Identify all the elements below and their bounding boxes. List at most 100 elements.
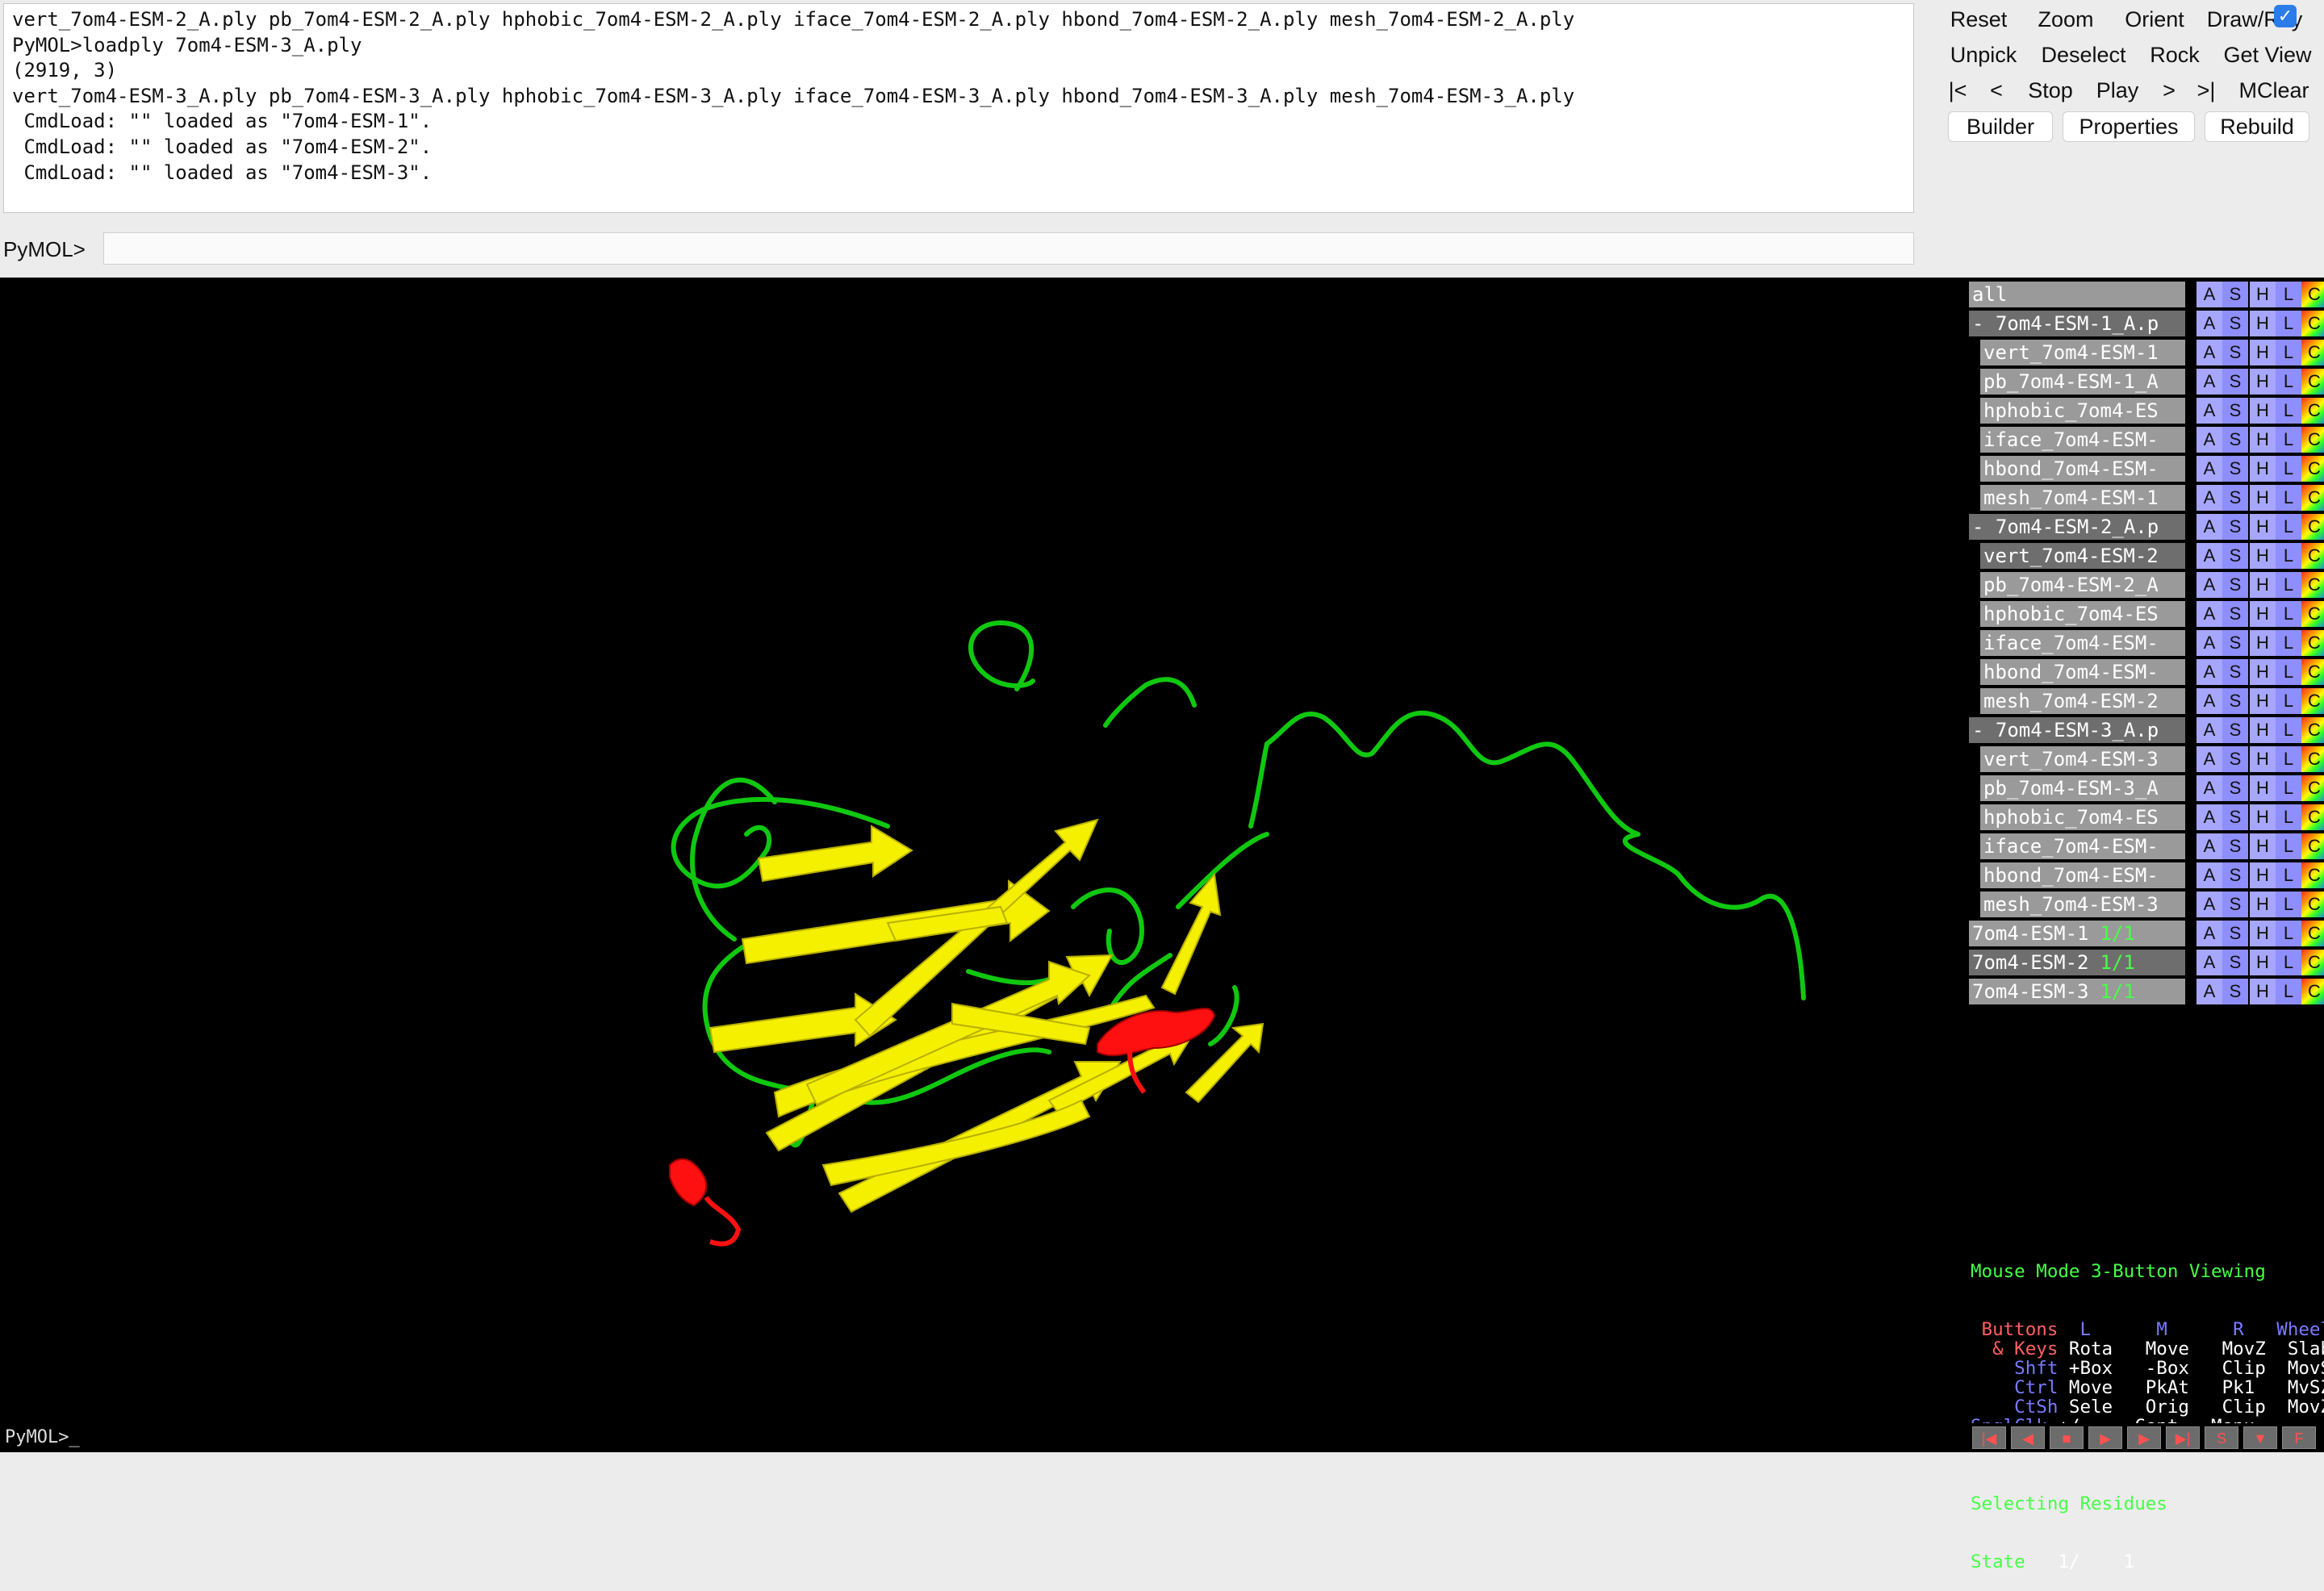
object-s-button[interactable]: S (2222, 775, 2248, 801)
object-row[interactable]: - 7om4-ESM-2_A.p A S H L C (1969, 513, 2324, 541)
object-a-button[interactable]: A (2197, 601, 2222, 627)
object-name[interactable]: pb_7om4-ESM-3_A (1980, 775, 2185, 801)
get-view-button[interactable]: Get View (2217, 40, 2318, 69)
first-frame-button[interactable]: |< (1942, 76, 1974, 105)
object-c-button[interactable]: C (2301, 688, 2324, 714)
sculpt-icon[interactable]: S (2205, 1426, 2238, 1449)
object-name[interactable]: hbond_7om4-ESM- (1980, 456, 2185, 482)
object-c-button[interactable]: C (2301, 659, 2324, 685)
full-screen-icon[interactable]: F (2282, 1426, 2316, 1449)
object-c-button[interactable]: C (2301, 398, 2324, 424)
object-s-button[interactable]: S (2222, 398, 2248, 424)
object-s-button[interactable]: S (2222, 630, 2248, 656)
object-s-button[interactable]: S (2222, 659, 2248, 685)
object-h-button[interactable]: H (2250, 979, 2276, 1004)
object-h-button[interactable]: H (2250, 921, 2276, 946)
object-l-button[interactable]: L (2276, 979, 2301, 1004)
object-c-button[interactable]: C (2301, 282, 2324, 307)
object-l-button[interactable]: L (2276, 311, 2301, 336)
object-c-button[interactable]: C (2301, 456, 2324, 482)
object-c-button[interactable]: C (2301, 862, 2324, 888)
object-c-button[interactable]: C (2301, 892, 2324, 917)
stop-state-icon[interactable]: ■ (2050, 1426, 2084, 1449)
object-s-button[interactable]: S (2222, 688, 2248, 714)
object-s-button[interactable]: S (2222, 340, 2248, 365)
object-s-button[interactable]: S (2222, 311, 2248, 336)
last-state-icon[interactable]: ▶| (2166, 1426, 2200, 1449)
object-l-button[interactable]: L (2276, 427, 2301, 453)
object-s-button[interactable]: S (2222, 572, 2248, 598)
object-c-button[interactable]: C (2301, 804, 2324, 830)
properties-button[interactable]: Properties (2063, 111, 2195, 142)
last-frame-button[interactable]: >| (2190, 76, 2222, 105)
object-a-button[interactable]: A (2197, 340, 2222, 365)
object-a-button[interactable]: A (2197, 746, 2222, 772)
object-h-button[interactable]: H (2250, 892, 2276, 917)
object-a-button[interactable]: A (2197, 862, 2222, 888)
object-a-button[interactable]: A (2197, 630, 2222, 656)
object-name[interactable]: hphobic_7om4-ES (1980, 601, 2185, 627)
object-s-button[interactable]: S (2222, 369, 2248, 395)
object-row[interactable]: mesh_7om4-ESM-3 A S H L C (1969, 891, 2324, 918)
object-row[interactable]: pb_7om4-ESM-1_A A S H L C (1969, 368, 2324, 395)
object-s-button[interactable]: S (2222, 514, 2248, 540)
object-c-button[interactable]: C (2301, 340, 2324, 365)
object-s-button[interactable]: S (2222, 833, 2248, 859)
object-h-button[interactable]: H (2250, 543, 2276, 569)
deselect-button[interactable]: Deselect (2035, 40, 2132, 69)
object-l-button[interactable]: L (2276, 950, 2301, 975)
mclear-button[interactable]: MClear (2235, 76, 2313, 105)
rebuild-button[interactable]: Rebuild (2205, 111, 2309, 142)
object-row[interactable]: mesh_7om4-ESM-2 A S H L C (1969, 687, 2324, 715)
object-s-button[interactable]: S (2222, 282, 2248, 307)
object-c-button[interactable]: C (2301, 717, 2324, 743)
object-row[interactable]: hphobic_7om4-ES A S H L C (1969, 397, 2324, 424)
play-state-icon[interactable]: ▶ (2088, 1426, 2122, 1449)
object-row[interactable]: 7om4-ESM-1 1/1 A S H L C (1969, 920, 2324, 947)
object-h-button[interactable]: H (2250, 340, 2276, 365)
object-row[interactable]: iface_7om4-ESM- A S H L C (1969, 426, 2324, 453)
prev-state-icon[interactable]: ◀ (2011, 1426, 2045, 1449)
object-c-button[interactable]: C (2301, 630, 2324, 656)
object-h-button[interactable]: H (2250, 282, 2276, 307)
object-a-button[interactable]: A (2197, 892, 2222, 917)
object-a-button[interactable]: A (2197, 485, 2222, 511)
object-c-button[interactable]: C (2301, 311, 2324, 336)
object-a-button[interactable]: A (2197, 282, 2222, 307)
object-name[interactable]: vert_7om4-ESM-2 (1980, 543, 2185, 569)
object-l-button[interactable]: L (2276, 572, 2301, 598)
object-name[interactable]: vert_7om4-ESM-3 (1980, 746, 2185, 772)
object-h-button[interactable]: H (2250, 630, 2276, 656)
object-s-button[interactable]: S (2222, 456, 2248, 482)
object-h-button[interactable]: H (2250, 514, 2276, 540)
object-name[interactable]: mesh_7om4-ESM-3 (1980, 892, 2185, 917)
object-l-button[interactable]: L (2276, 485, 2301, 511)
object-row[interactable]: hbond_7om4-ESM- A S H L C (1969, 658, 2324, 686)
object-row[interactable]: 7om4-ESM-2 1/1 A S H L C (1969, 949, 2324, 976)
object-row[interactable]: hbond_7om4-ESM- A S H L C (1969, 455, 2324, 482)
object-h-button[interactable]: H (2250, 688, 2276, 714)
object-h-button[interactable]: H (2250, 572, 2276, 598)
object-name[interactable]: 7om4-ESM-2 1/1 (1969, 950, 2185, 975)
zoom-button[interactable]: Zoom (2030, 5, 2101, 34)
object-c-button[interactable]: C (2301, 833, 2324, 859)
next-state-icon[interactable]: ▶ (2127, 1426, 2161, 1449)
object-s-button[interactable]: S (2222, 746, 2248, 772)
object-l-button[interactable]: L (2276, 340, 2301, 365)
object-s-button[interactable]: S (2222, 485, 2248, 511)
object-row[interactable]: hphobic_7om4-ES A S H L C (1969, 600, 2324, 628)
object-h-button[interactable]: H (2250, 717, 2276, 743)
object-a-button[interactable]: A (2197, 514, 2222, 540)
object-l-button[interactable]: L (2276, 746, 2301, 772)
object-a-button[interactable]: A (2197, 369, 2222, 395)
object-l-button[interactable]: L (2276, 543, 2301, 569)
object-l-button[interactable]: L (2276, 630, 2301, 656)
object-name[interactable]: iface_7om4-ESM- (1980, 427, 2185, 453)
object-h-button[interactable]: H (2250, 775, 2276, 801)
object-row[interactable]: iface_7om4-ESM- A S H L C (1969, 629, 2324, 657)
object-c-button[interactable]: C (2301, 514, 2324, 540)
object-h-button[interactable]: H (2250, 369, 2276, 395)
object-name[interactable]: hphobic_7om4-ES (1980, 398, 2185, 424)
molecule-viewport[interactable] (0, 278, 1969, 1423)
object-c-button[interactable]: C (2301, 369, 2324, 395)
